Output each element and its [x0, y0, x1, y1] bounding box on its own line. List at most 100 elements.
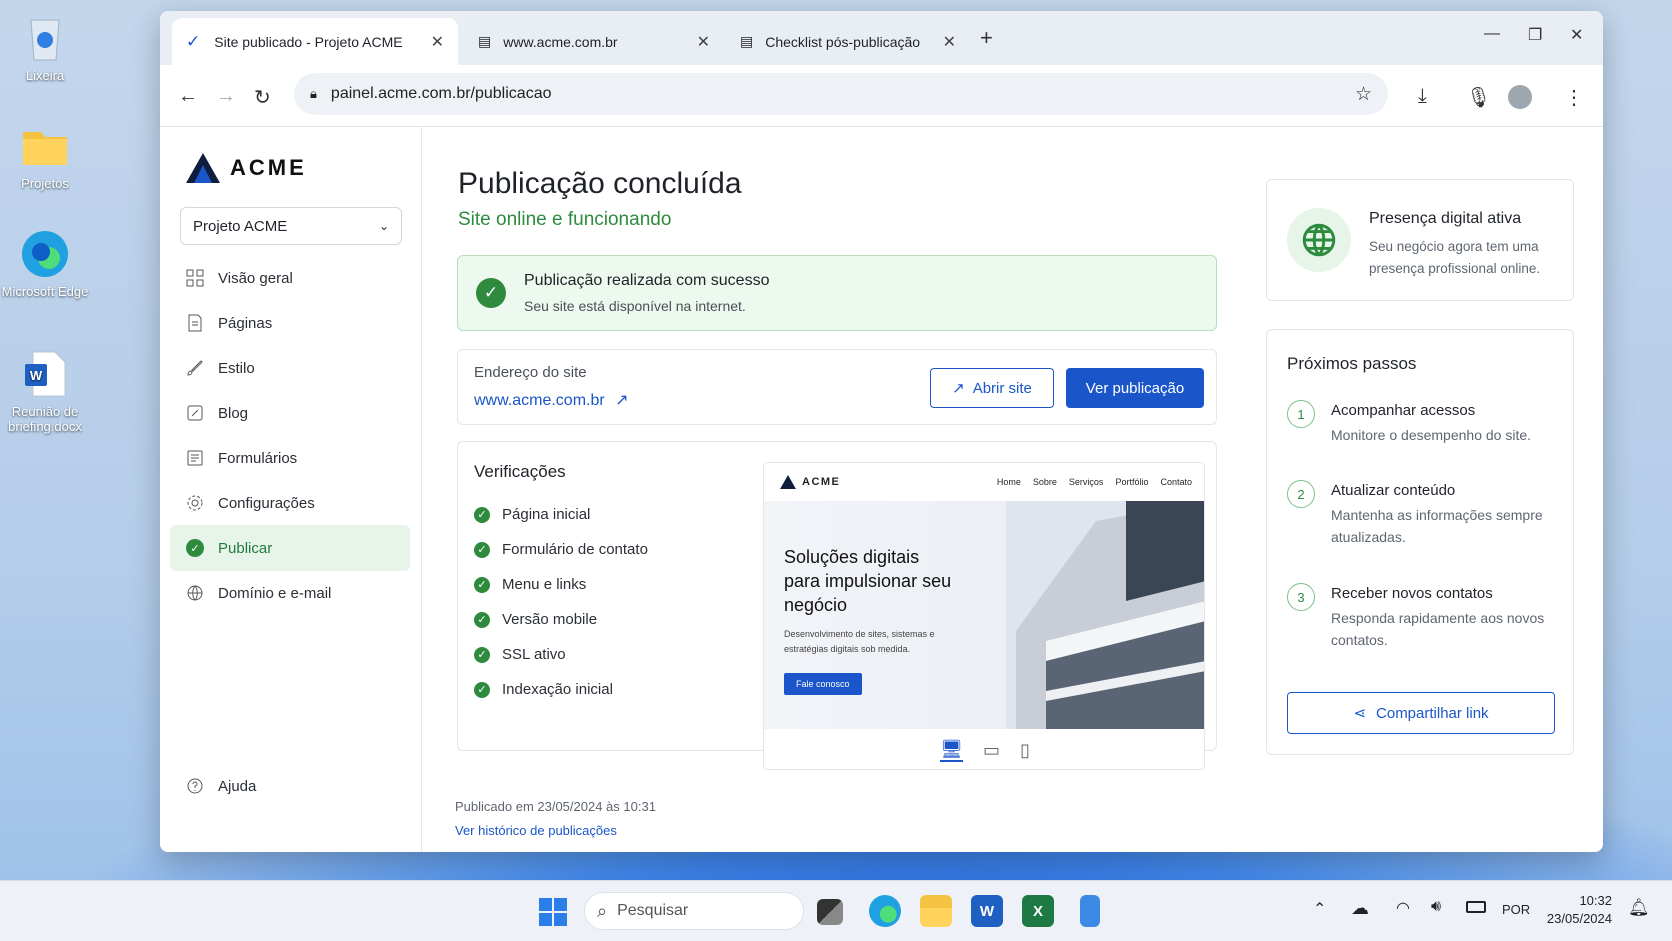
chevron-up-icon[interactable]: ⌃ — [1313, 899, 1326, 919]
gear-icon — [187, 495, 203, 511]
sidebar-item-estilo[interactable]: Estilo — [170, 345, 410, 391]
taskbar-search[interactable]: ⌕ Pesquisar — [584, 892, 804, 930]
desktop-icon-recycle-bin[interactable]: Lixeira — [0, 12, 90, 83]
volume-icon[interactable]: 🔊︎ — [1431, 898, 1441, 916]
mobile-view-icon[interactable]: ▯ — [1020, 740, 1030, 761]
recycle-bin-icon — [30, 19, 60, 61]
download-icon[interactable]: ⤓ — [1418, 85, 1427, 108]
star-icon[interactable]: ☆ — [1355, 83, 1372, 106]
page-icon — [188, 314, 202, 332]
desktop-icon-label: Reunião de briefing.docx — [8, 404, 82, 434]
open-site-button[interactable]: ↗ Abrir site — [930, 368, 1054, 408]
clock[interactable]: 10:32 23/05/2024 — [1542, 892, 1612, 928]
acme-logo-icon — [780, 475, 796, 489]
sidebar-item-dominio[interactable]: Domínio e e-mail — [170, 570, 410, 616]
preview-headline: Soluções digitais para impulsionar seu n… — [784, 547, 952, 615]
desktop-icon-word-doc[interactable]: W Reunião de briefing.docx — [0, 348, 90, 434]
next-steps-title: Próximos passos — [1287, 354, 1417, 373]
project-select-value: Projeto ACME — [193, 217, 288, 235]
history-link[interactable]: Ver histórico de publicações — [455, 823, 617, 838]
tab-checklist[interactable]: ▤ Checklist pós-publicação ✕ — [726, 18, 970, 65]
microphone-icon[interactable]: 🎙︎ — [1466, 85, 1491, 110]
url-field[interactable]: 🔒︎ painel.acme.com.br/publicacao ☆ — [294, 73, 1388, 115]
preview-cta: Fale conosco — [784, 673, 862, 695]
wifi-icon[interactable]: ◠ — [1396, 898, 1410, 918]
sidebar-item-visao-geral[interactable]: Visão geral — [170, 255, 410, 301]
restore-icon[interactable]: ❐ — [1528, 25, 1542, 45]
sidebar-item-blog[interactable]: Blog — [170, 390, 410, 436]
presence-desc: Seu negócio agora tem uma presença profi… — [1369, 239, 1541, 276]
project-select[interactable]: Projeto ACME ⌄ — [180, 207, 402, 245]
step-number: 3 — [1287, 583, 1315, 611]
preview-nav-item: Portfólio — [1115, 477, 1149, 487]
word-taskbar-icon[interactable]: W — [971, 895, 1003, 927]
logo-text: ACME — [230, 155, 307, 180]
check-item: ✓ Formulário de contato — [474, 541, 648, 558]
close-tab-icon[interactable]: ✕ — [697, 32, 710, 52]
profile-avatar[interactable] — [1508, 85, 1532, 109]
reload-icon[interactable]: ↻ — [254, 85, 271, 110]
cloud-icon[interactable]: ☁︎ — [1351, 898, 1369, 919]
task-view-icon[interactable] — [817, 899, 843, 925]
windows-start-icon[interactable] — [539, 898, 567, 926]
lock-icon: 🔒︎ — [310, 86, 317, 101]
check-item: ✓ Versão mobile — [474, 611, 597, 628]
check-label: Menu e links — [502, 576, 587, 593]
external-link-icon: ↗ — [615, 392, 629, 409]
file-explorer-icon[interactable] — [920, 895, 952, 927]
view-publication-button[interactable]: Ver publicação — [1066, 368, 1204, 408]
close-window-icon[interactable]: ✕ — [1570, 25, 1583, 45]
word-document-icon: W — [25, 351, 66, 397]
tab-acme-site[interactable]: ▤ www.acme.com.br ✕ — [464, 18, 724, 65]
address-label: Endereço do site — [474, 364, 587, 381]
address-bar: ← → ↻ 🔒︎ painel.acme.com.br/publicacao ☆… — [160, 65, 1603, 127]
sidebar-item-publicar[interactable]: ✓ Publicar — [170, 525, 410, 571]
preview-nav-item: Contato — [1160, 477, 1192, 487]
chevron-down-icon: ⌄ — [378, 219, 389, 233]
forward-icon[interactable]: → — [216, 85, 236, 108]
back-icon[interactable]: ← — [178, 85, 198, 108]
battery-icon[interactable] — [1466, 901, 1486, 913]
share-link-button[interactable]: ⋖ Compartilhar link — [1287, 692, 1555, 734]
published-at: Publicado em 23/05/2024 às 10:31 — [455, 799, 656, 814]
language-indicator[interactable]: POR — [1502, 902, 1530, 917]
minimize-icon[interactable]: — — [1484, 25, 1500, 43]
desktop-icon-edge[interactable]: Microsoft Edge — [0, 228, 90, 299]
new-tab-icon[interactable]: + — [980, 25, 993, 51]
sidebar-item-label: Visão geral — [218, 269, 293, 287]
desktop-view-icon[interactable]: 🖥︎ — [940, 739, 963, 762]
step-desc: Monitore o desempenho do site. — [1331, 427, 1532, 443]
step-item: 2 Atualizar conteúdo Mantenha as informa… — [1287, 480, 1577, 560]
excel-taskbar-icon[interactable]: X — [1022, 895, 1054, 927]
presence-title: Presença digital ativa — [1369, 210, 1522, 227]
step-item: 3 Receber novos contatos Responda rapida… — [1287, 583, 1577, 663]
check-icon: ✓ — [474, 611, 490, 628]
sidebar-item-label: Formulários — [218, 449, 298, 467]
close-tab-icon[interactable]: ✕ — [943, 32, 956, 52]
tab-site-publicado[interactable]: ✓ Site publicado - Projeto ACME ✕ — [172, 18, 458, 65]
grid-icon — [186, 269, 204, 287]
check-icon: ✓ — [474, 506, 490, 523]
button-label: Ver publicação — [1085, 379, 1185, 397]
preview-hero: Soluções digitais para impulsionar seu n… — [764, 501, 1204, 729]
sidebar-item-ajuda[interactable]: Ajuda — [170, 763, 410, 809]
edge-taskbar-icon[interactable] — [869, 895, 901, 927]
site-preview: ACME Home Sobre Serviços Portfólio Conta… — [763, 462, 1205, 770]
remote-desktop-icon[interactable] — [1080, 895, 1100, 927]
menu-icon[interactable]: ⋮ — [1564, 85, 1584, 110]
folder-icon — [23, 132, 67, 165]
tablet-view-icon[interactable]: ▭ — [983, 740, 1000, 761]
check-circle-icon: ✓ — [476, 278, 506, 308]
sidebar-item-paginas[interactable]: Páginas — [170, 300, 410, 346]
external-link-icon: ↗ — [952, 380, 965, 397]
check-label: Página inicial — [502, 506, 591, 523]
search-icon: ⌕ — [597, 900, 608, 921]
desktop-icon-projetos[interactable]: Projetos — [0, 120, 90, 191]
site-url-link[interactable]: www.acme.com.br ↗ — [474, 390, 629, 410]
presence-card: Presença digital ativa Seu negócio agora… — [1266, 179, 1574, 301]
sidebar-item-formularios[interactable]: Formulários — [170, 435, 410, 481]
notification-bell-icon[interactable]: 🔔︎ — [1628, 898, 1650, 918]
sidebar-item-configuracoes[interactable]: Configurações — [170, 480, 410, 526]
close-tab-icon[interactable]: ✕ — [431, 32, 444, 52]
checks-card: Verificações ✓ Página inicial ✓ Formulário… — [457, 441, 1217, 770]
